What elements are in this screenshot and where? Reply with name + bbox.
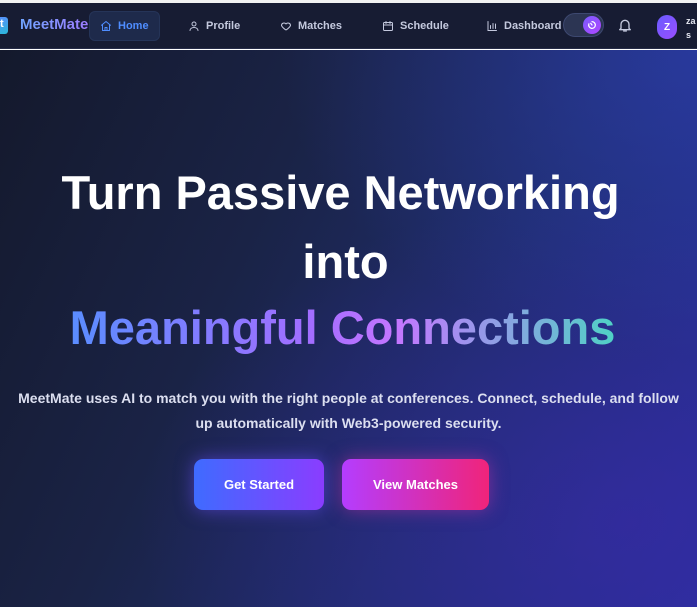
nav-item-dashboard[interactable]: Dashboard <box>476 11 571 41</box>
hero-subtitle-line1: MeetMate uses AI to match you with the r… <box>18 390 679 406</box>
hero-headline-highlight: Meaningful Connections <box>0 300 691 356</box>
theme-toggle[interactable] <box>563 13 604 37</box>
brand-name: MeetMate <box>20 16 89 33</box>
nav-item-matches[interactable]: Matches <box>270 11 352 41</box>
nav-item-home[interactable]: Home <box>89 11 160 41</box>
heart-icon <box>281 22 291 31</box>
nav-item-label: Profile <box>206 20 241 32</box>
user-icon <box>189 21 199 31</box>
nav-item-schedule[interactable]: Schedule <box>372 11 459 41</box>
calendar-icon <box>383 21 393 31</box>
nav-item-label: Matches <box>298 20 343 32</box>
view-matches-button[interactable]: View Matches <box>342 459 489 510</box>
get-started-button[interactable]: Get Started <box>194 459 324 510</box>
avatar[interactable]: Z <box>657 15 677 39</box>
hero-subtitle-line2: up automatically with Web3-powered secur… <box>195 415 502 431</box>
theme-toggle-knob <box>583 16 601 34</box>
nav-item-profile[interactable]: Profile <box>178 11 250 41</box>
hero-section: Turn Passive Networking into Meaningful … <box>0 50 697 607</box>
theme-toggle-icon <box>588 21 596 29</box>
bar-chart-icon <box>487 21 497 31</box>
hero-headline-line3: Meaningful Connections <box>69 301 616 354</box>
nav-item-label: Home <box>118 20 149 32</box>
nav-item-label: Schedule <box>400 20 449 32</box>
user-name-line2: s <box>686 30 692 40</box>
home-icon <box>101 21 111 31</box>
hero-headline-line2: into <box>302 235 389 288</box>
user-name-line1: za <box>686 16 696 26</box>
bell-icon[interactable] <box>617 17 633 33</box>
nav-item-label: Dashboard <box>504 20 562 32</box>
user-name[interactable]: za s <box>686 14 696 42</box>
hero-subtitle: MeetMate uses AI to match you with the r… <box>0 386 697 436</box>
hero-headline-line1: Turn Passive Networking <box>61 166 620 219</box>
app-logo-icon: t <box>0 17 8 34</box>
top-navbar: t MeetMate Home Profile Matches Schedule… <box>0 3 697 49</box>
